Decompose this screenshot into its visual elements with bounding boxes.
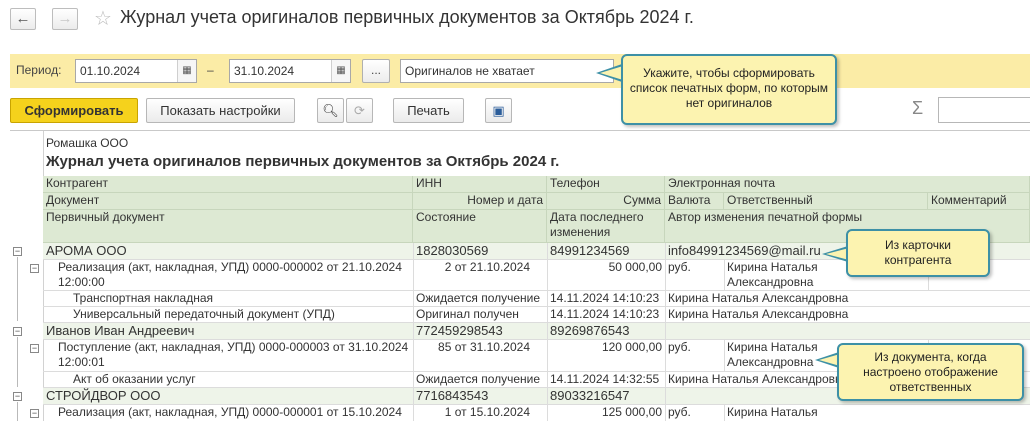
search-input[interactable] xyxy=(938,97,1030,123)
primary-document: Акт об оказании услуг xyxy=(73,372,196,386)
document-responsible: Кирина Наталья xyxy=(727,405,818,419)
header-comment: Комментарий xyxy=(928,193,1030,210)
document-number: 2 от 21.10.2024 xyxy=(444,260,530,274)
primary-document-changed: 14.11.2024 14:10:23 xyxy=(550,291,660,305)
header-currency: Валюта xyxy=(665,193,724,210)
callout-print-forms: Укажите, чтобы сформировать список печат… xyxy=(621,54,837,125)
window-title: Журнал учета оригиналов первичных докуме… xyxy=(120,7,694,27)
forward-arrow-icon: → xyxy=(57,10,73,27)
star-icon[interactable]: ☆ xyxy=(94,6,112,31)
primary-document-changed: 14.11.2024 14:10:23 xyxy=(550,307,660,321)
search-clear-icon: ⟳ xyxy=(354,103,365,118)
callout-counterparty-card: Из карточки контрагента xyxy=(846,229,990,277)
date-from-field[interactable]: 01.10.2024 ▦ xyxy=(75,59,197,83)
document-name: Реализация (акт, накладная, УПД) 0000-00… xyxy=(58,405,402,419)
counterparty-name: Иванов Иван Андреевич xyxy=(43,323,413,339)
counterparty-inn: 772459298543 xyxy=(413,323,547,339)
date-to-value: 31.10.2024 xyxy=(234,64,295,78)
document-name: Реализация (акт, накладная, УПД) 0000-00… xyxy=(58,260,402,289)
originals-mode-select[interactable]: Оригиналов не хватает xyxy=(400,59,614,83)
calendar-icon[interactable]: ▦ xyxy=(177,60,196,82)
primary-document-changed: 14.11.2024 14:32:55 xyxy=(550,372,660,386)
period-dash: – xyxy=(207,63,214,77)
collapse-toggle[interactable]: − xyxy=(13,392,22,401)
date-from-value: 01.10.2024 xyxy=(80,64,141,78)
counterparty-phone: 89033216547 xyxy=(547,388,665,404)
header-counterparty: Контрагент xyxy=(43,176,413,193)
document-currency: руб. xyxy=(668,260,691,274)
period-label: Период: xyxy=(16,63,62,77)
save-icon: ▣ xyxy=(492,103,505,118)
search-clear-button[interactable]: ⟳ xyxy=(346,98,373,123)
date-to-field[interactable]: 31.10.2024 ▦ xyxy=(229,59,351,83)
save-button[interactable]: ▣ xyxy=(485,98,512,123)
header-document: Документ xyxy=(43,193,413,210)
search-button[interactable]: 🔍︎ xyxy=(317,98,344,123)
counterparty-email xyxy=(665,323,1030,339)
document-number: 1 от 15.10.2024 xyxy=(444,405,530,419)
document-currency: руб. xyxy=(668,405,691,419)
header-inn: ИНН xyxy=(413,176,547,193)
primary-document: Универсальный передаточный документ (УПД… xyxy=(73,307,335,321)
collapse-toggle[interactable]: − xyxy=(30,264,39,273)
report-org: Ромашка ООО xyxy=(46,136,129,150)
forward-button[interactable]: → xyxy=(52,8,78,30)
document-amount: 50 000,00 xyxy=(608,260,662,274)
primary-document-author: Кирина Наталья Александровна xyxy=(668,291,849,305)
back-button[interactable]: ← xyxy=(10,8,36,30)
collapse-toggle[interactable]: − xyxy=(30,344,39,353)
primary-document-state: Ожидается получение xyxy=(416,291,541,305)
originals-mode-value: Оригиналов не хватает xyxy=(405,64,535,78)
collapse-toggle[interactable]: − xyxy=(30,409,39,418)
header-state: Состояние xyxy=(413,210,547,243)
counterparty-name: АРОМА ООО xyxy=(43,243,413,259)
sum-icon: Σ xyxy=(912,98,924,118)
counterparty-phone: 84991234569 xyxy=(547,243,665,259)
document-number: 85 от 31.10.2024 xyxy=(438,340,530,354)
header-number-date: Номер и дата xyxy=(413,193,547,210)
counterparty-name: СТРОЙДВОР ООО xyxy=(43,388,413,404)
back-arrow-icon: ← xyxy=(15,10,31,27)
header-amount: Сумма xyxy=(547,193,665,210)
header-phone: Телефон xyxy=(547,176,665,193)
counterparty-inn: 1828030569 xyxy=(413,243,547,259)
collapse-toggle[interactable]: − xyxy=(13,247,22,256)
calendar-icon[interactable]: ▦ xyxy=(331,60,350,82)
header-primary-document: Первичный документ xyxy=(43,210,413,243)
header-last-change: Дата последнего изменения xyxy=(547,210,665,243)
print-button[interactable]: Печать xyxy=(393,98,464,123)
document-currency: руб. xyxy=(668,340,691,354)
show-settings-button[interactable]: Показать настройки xyxy=(146,98,295,123)
report-title: Журнал учета оригиналов первичных докуме… xyxy=(46,153,560,170)
primary-document-author: Кирина Наталья Александровна xyxy=(668,307,849,321)
callout-responsible: Из документа, когда настроено отображени… xyxy=(837,343,1024,401)
grouping-gutter xyxy=(10,131,44,421)
collapse-toggle[interactable]: − xyxy=(13,327,22,336)
primary-document-state: Ожидается получение xyxy=(416,372,541,386)
search-icon: 🔍︎ xyxy=(322,103,339,118)
primary-document-state: Оригинал получен xyxy=(416,307,519,321)
header-email: Электронная почта xyxy=(665,176,1030,193)
header-responsible: Ответственный xyxy=(724,193,928,210)
period-select-button[interactable]: ... xyxy=(362,59,390,83)
counterparty-inn: 7716843543 xyxy=(413,388,547,404)
counterparty-phone: 89269876543 xyxy=(547,323,665,339)
generate-button[interactable]: Сформировать xyxy=(10,98,138,123)
primary-document: Транспортная накладная xyxy=(73,291,214,305)
document-amount: 120 000,00 xyxy=(601,340,662,354)
document-name: Поступление (акт, накладная, УПД) 0000-0… xyxy=(58,340,409,369)
document-amount: 125 000,00 xyxy=(601,405,662,419)
